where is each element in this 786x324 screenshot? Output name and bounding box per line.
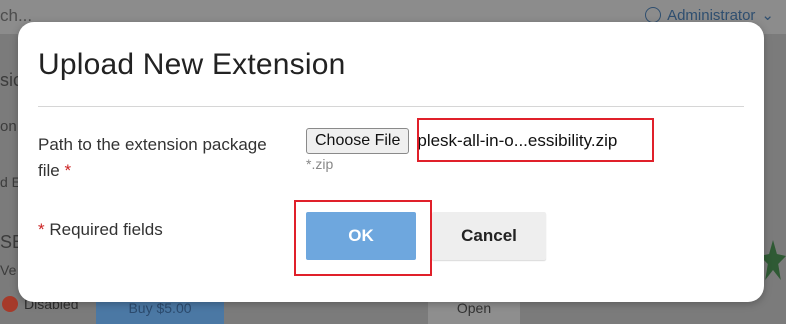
file-type-hint: *.zip xyxy=(306,156,334,172)
user-name: Administrator xyxy=(667,6,756,24)
required-marker: * xyxy=(64,161,72,180)
ok-highlight-box xyxy=(294,200,432,276)
choose-file-button[interactable]: Choose File xyxy=(306,128,410,154)
path-field-label: Path to the extension package file * xyxy=(38,132,293,184)
path-label-text: Path to the extension package file xyxy=(38,135,267,180)
disabled-icon xyxy=(2,296,18,312)
divider xyxy=(38,106,744,107)
cancel-button[interactable]: Cancel xyxy=(432,212,546,260)
required-fields-note: * Required fields xyxy=(38,220,163,240)
background-text: Ve xyxy=(0,262,17,278)
user-icon xyxy=(645,7,662,23)
chevron-down-icon: ⌄ xyxy=(761,7,774,24)
dialog-title: Upload New Extension xyxy=(38,48,346,81)
upload-extension-dialog: Upload New Extension Path to the extensi… xyxy=(18,22,764,302)
background-text: on xyxy=(0,118,17,135)
file-highlight-box xyxy=(417,118,654,162)
required-note-text: Required fields xyxy=(49,220,163,239)
required-marker: * xyxy=(38,220,45,239)
